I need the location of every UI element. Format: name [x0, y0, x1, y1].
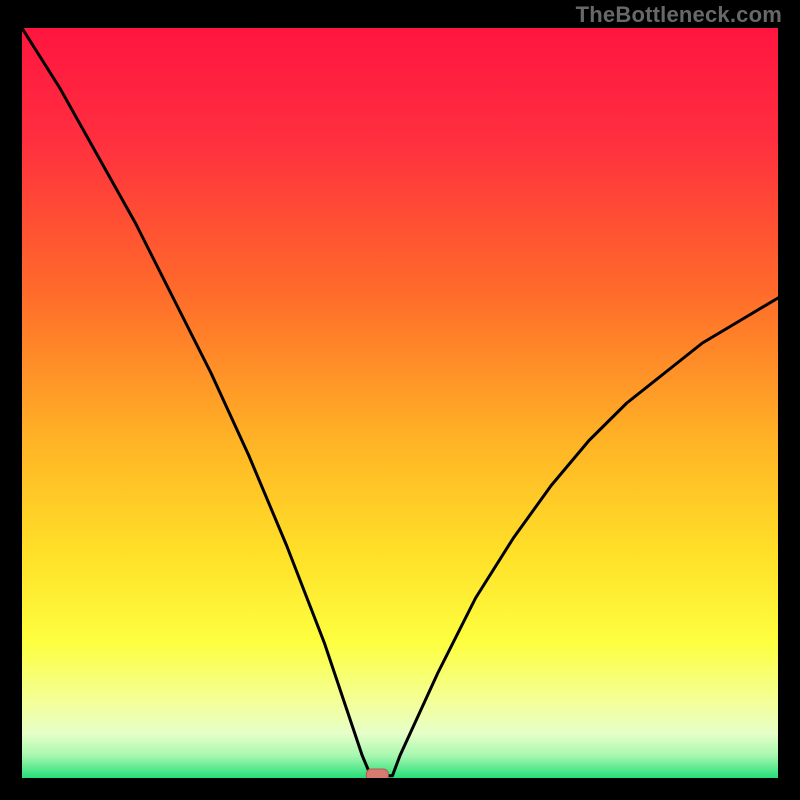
chart-frame: TheBottleneck.com [0, 0, 800, 800]
bottleneck-plot [22, 28, 778, 778]
watermark-text: TheBottleneck.com [576, 2, 782, 28]
plot-svg [22, 28, 778, 778]
gradient-background [22, 28, 778, 778]
optimal-point-marker [366, 769, 388, 778]
